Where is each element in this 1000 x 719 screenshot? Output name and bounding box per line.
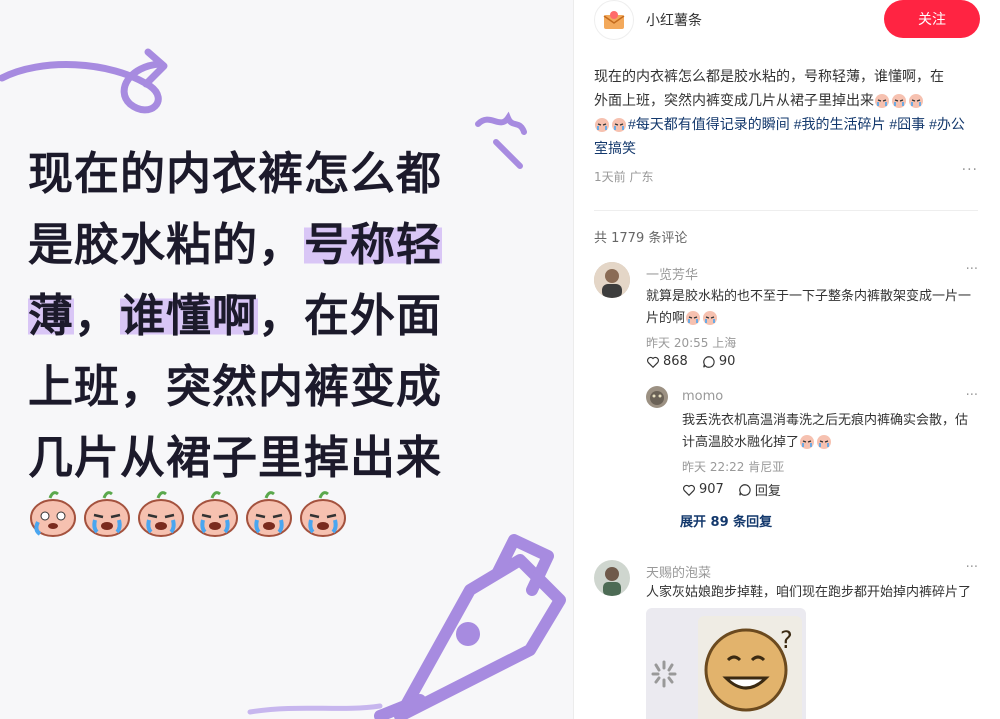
avatar-photo bbox=[594, 560, 630, 596]
sticker-image: ? bbox=[651, 616, 802, 719]
reply-label: 回复 bbox=[754, 484, 781, 499]
more-options-icon[interactable]: ··· bbox=[966, 388, 978, 403]
cry-face-icon bbox=[875, 94, 889, 108]
cry-face-icon bbox=[192, 491, 238, 537]
post-text-line-2: 外面上班，突然内裤变成几片从裙子里掉出来 bbox=[594, 88, 978, 112]
reply-button[interactable]: 90 bbox=[702, 354, 736, 369]
reply-item: momo ··· 我丢洗衣机高温消毒洗之后无痕内裤确实会散，估计高温胶水融化掉了… bbox=[646, 386, 978, 506]
heart-icon bbox=[647, 356, 659, 368]
cry-face-icon bbox=[817, 435, 832, 449]
headline-highlight: 薄 bbox=[28, 289, 75, 342]
post-tags: #每天都有值得记录的瞬间 #我的生活碎片 #囧事 #办公室搞笑 bbox=[594, 112, 978, 160]
like-count: 907 bbox=[699, 482, 724, 497]
cry-face-icon bbox=[595, 118, 609, 132]
comment-author[interactable]: 天赐的泡菜 bbox=[646, 562, 711, 581]
comment-item: 一览芳华 ··· 就算是胶水粘的也不至于一下子整条内裤散架变成一片一片的啊 昨天… bbox=[594, 262, 978, 382]
comment-meta: 昨天 22:22 肯尼亚 bbox=[682, 460, 785, 474]
cry-face-icon bbox=[84, 491, 130, 537]
headline-highlight: 谁懂啊 bbox=[120, 289, 259, 342]
emoji-row bbox=[28, 488, 348, 538]
headline-text: ，在外面 bbox=[258, 289, 443, 342]
image-headline: 现在的内衣裤怎么都 是胶水粘的，号称轻 薄，谁懂啊，在外面 上班，突然内裤变成 … bbox=[28, 138, 508, 493]
author-avatar[interactable] bbox=[594, 0, 634, 40]
like-count: 868 bbox=[663, 354, 688, 369]
cry-face-icon bbox=[30, 491, 76, 537]
headline-highlight: 号称轻 bbox=[304, 218, 443, 271]
post-meta: 1天前 广东 ··· bbox=[594, 162, 978, 185]
cry-face-icon bbox=[686, 311, 701, 325]
comment-count: 共 1779 条评论 bbox=[594, 231, 688, 246]
comment-meta: 昨天 20:55 上海 bbox=[646, 336, 737, 350]
comment-item: 天赐的泡菜 ··· 人家灰姑娘跑步掉鞋，咱们现在跑步都开始掉内裤碎片了 bbox=[594, 560, 978, 610]
cry-face-icon bbox=[892, 94, 906, 108]
like-button[interactable]: 907 bbox=[682, 482, 724, 497]
expand-replies-button[interactable]: 展开 89 条回复 bbox=[680, 511, 772, 530]
hashtag-link[interactable]: #每天都有值得记录的瞬间 bbox=[628, 116, 790, 132]
hashtag-link[interactable]: #我的生活碎片 bbox=[794, 116, 886, 132]
comment-author[interactable]: 一览芳华 bbox=[646, 264, 698, 283]
headline-line-5: 几片从裙子里掉出来 bbox=[28, 431, 443, 484]
post-detail-panel: 小红薯条 关注 现在的内衣裤怎么都是胶水粘的，号称轻薄，谁懂啊，在 外面上班，突… bbox=[574, 0, 1000, 719]
comment-text: 我丢洗衣机高温消毒洗之后无痕内裤确实会散，估计高温胶水融化掉了 bbox=[682, 410, 978, 454]
pen-nib-icon bbox=[374, 534, 566, 719]
headline-text: 是胶水粘的， bbox=[28, 218, 305, 271]
comment-image[interactable]: ? bbox=[646, 608, 806, 719]
post-image[interactable]: 现在的内衣裤怎么都 是胶水粘的，号称轻 薄，谁懂啊，在外面 上班，突然内裤变成 … bbox=[0, 0, 573, 719]
headline-line-4: 上班，突然内裤变成 bbox=[28, 360, 443, 413]
svg-text:?: ? bbox=[780, 626, 793, 654]
headline-text: ， bbox=[74, 289, 121, 342]
avatar[interactable] bbox=[594, 262, 630, 298]
author-bar: 小红薯条 关注 bbox=[594, 0, 984, 40]
avatar[interactable] bbox=[594, 560, 630, 596]
cry-face-icon bbox=[703, 311, 718, 325]
comment-icon bbox=[703, 355, 715, 368]
cry-face-icon bbox=[800, 435, 815, 449]
post-date-location: 1天前 广东 bbox=[594, 170, 654, 184]
hashtag-link[interactable]: #囧事 bbox=[889, 116, 925, 132]
cry-face-icon bbox=[246, 491, 292, 537]
avatar-photo bbox=[594, 262, 630, 298]
cry-face-icon bbox=[909, 94, 923, 108]
reply-count: 90 bbox=[718, 354, 736, 369]
comment-actions: 868 90 bbox=[646, 354, 735, 369]
comment-author[interactable]: momo bbox=[682, 389, 723, 404]
cry-face-icon bbox=[138, 491, 184, 537]
loading-spinner-icon bbox=[651, 660, 677, 688]
cry-face-icon bbox=[612, 118, 626, 132]
more-options-icon[interactable]: ··· bbox=[966, 560, 978, 575]
more-options-icon[interactable]: ··· bbox=[966, 262, 978, 277]
post-text: 外面上班，突然内裤变成几片从裙子里掉出来 bbox=[594, 92, 874, 108]
heart-icon bbox=[683, 484, 695, 496]
like-button[interactable]: 868 bbox=[646, 354, 688, 369]
comment-text: 人家灰姑娘跑步掉鞋，咱们现在跑步都开始掉内裤碎片了 bbox=[646, 585, 972, 600]
more-options-icon[interactable]: ··· bbox=[962, 162, 978, 178]
swirl-arrow-decoration bbox=[0, 60, 164, 114]
author-name[interactable]: 小红薯条 bbox=[646, 10, 702, 30]
envelope-logo-icon bbox=[603, 11, 625, 29]
divider bbox=[594, 210, 978, 211]
post-description: 现在的内衣裤怎么都是胶水粘的，号称轻薄，谁懂啊，在 外面上班，突然内裤变成几片从… bbox=[594, 64, 978, 160]
avatar-photo bbox=[646, 386, 668, 408]
comment-actions: 907 回复 bbox=[682, 480, 781, 499]
cry-face-icon bbox=[300, 491, 346, 537]
follow-button[interactable]: 关注 bbox=[884, 0, 980, 38]
reply-button[interactable]: 回复 bbox=[738, 480, 781, 499]
headline-line-3: 薄，谁懂啊，在外面 bbox=[28, 280, 508, 351]
headline-line-2: 是胶水粘的，号称轻 bbox=[28, 209, 508, 280]
post-text-line-1: 现在的内衣裤怎么都是胶水粘的，号称轻薄，谁懂啊，在 bbox=[594, 68, 944, 84]
avatar[interactable] bbox=[646, 386, 668, 408]
comment-icon bbox=[739, 483, 751, 496]
headline-line-1: 现在的内衣裤怎么都 bbox=[28, 147, 443, 200]
comment-text: 就算是胶水粘的也不至于一下子整条内裤散架变成一片一片的啊 bbox=[646, 286, 978, 330]
